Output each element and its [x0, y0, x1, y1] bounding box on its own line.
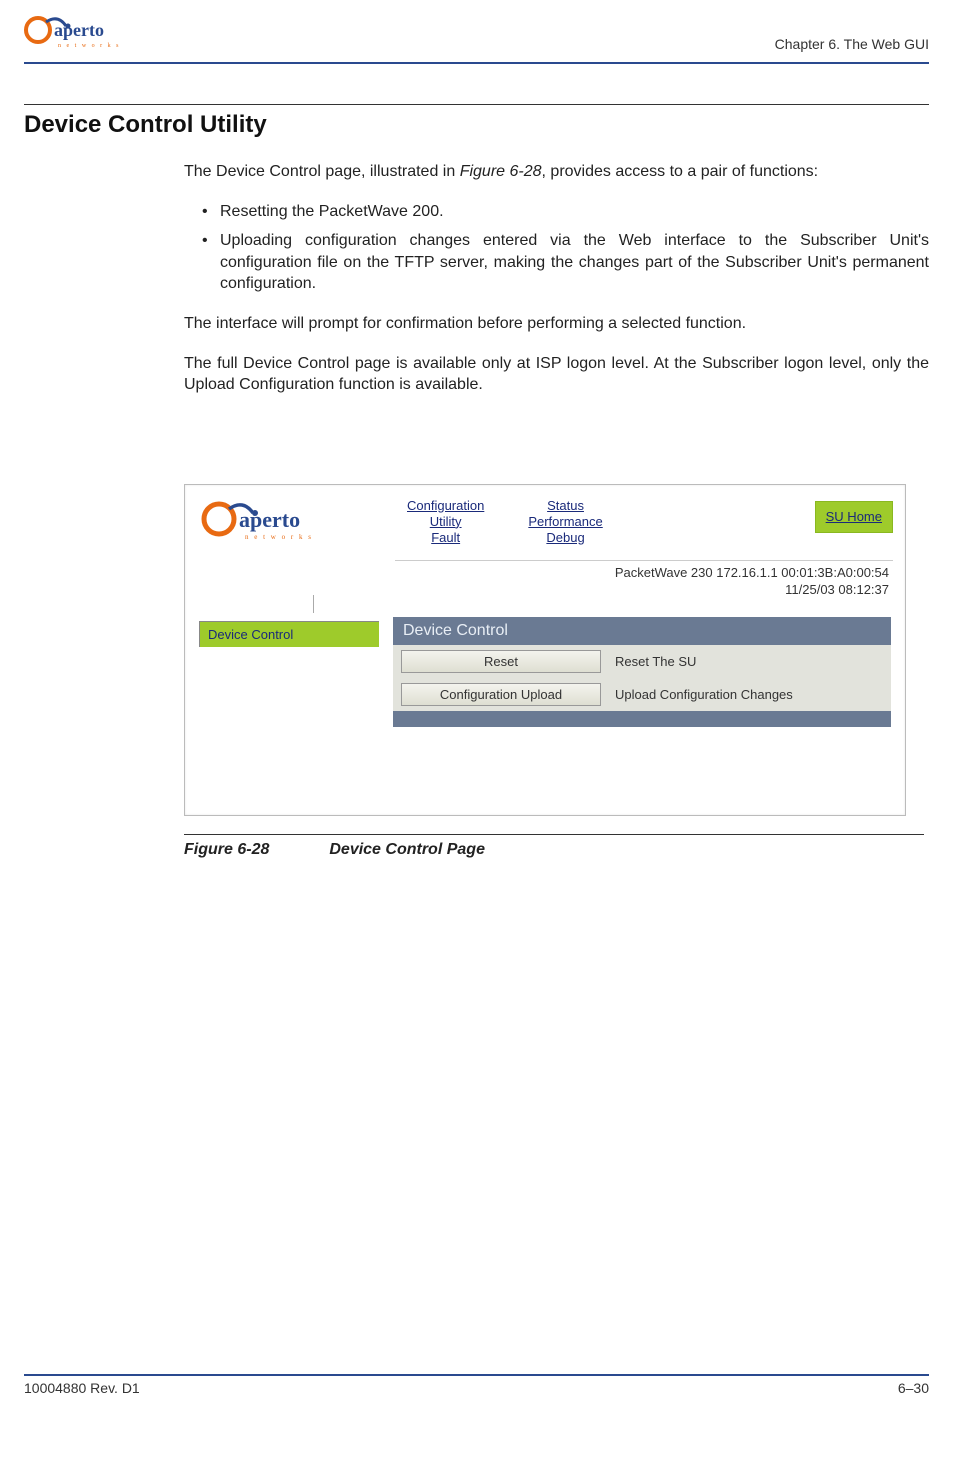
body-paragraph: The interface will prompt for confirmati…	[184, 313, 929, 335]
section-title: Device Control Utility	[24, 111, 929, 139]
device-status-line: PacketWave 230 172.16.1.1 00:01:3B:A0:00…	[185, 561, 905, 582]
svg-text:aperto: aperto	[54, 20, 104, 40]
panel-footer-bar	[393, 711, 891, 727]
nav-link-performance[interactable]: Performance	[528, 514, 602, 529]
chapter-label: Chapter 6. The Web GUI	[775, 36, 929, 52]
reset-description: Reset The SU	[615, 654, 696, 669]
panel-row: Reset Reset The SU	[393, 645, 891, 678]
nav-link-utility[interactable]: Utility	[407, 514, 484, 529]
nav-link-status[interactable]: Status	[528, 498, 602, 513]
figure-reference: Figure 6-28	[460, 163, 542, 180]
footer-page-number: 6–30	[898, 1380, 929, 1396]
footer-doc-rev: 10004880 Rev. D1	[24, 1380, 140, 1396]
svg-text:n e t w o r k s: n e t w o r k s	[245, 533, 313, 541]
configuration-upload-button[interactable]: Configuration Upload	[401, 683, 601, 706]
caption-rule	[184, 834, 924, 835]
body-paragraph: The full Device Control page is availabl…	[184, 353, 929, 396]
figure-logo: aperto n e t w o r k s	[201, 497, 361, 548]
panel-row: Configuration Upload Upload Configuratio…	[393, 678, 891, 711]
panel-title: Device Control	[393, 617, 891, 645]
function-list: Resetting the PacketWave 200. Uploading …	[184, 201, 929, 295]
su-home-button[interactable]: SU Home	[815, 501, 893, 533]
svg-text:n e t w o r k s: n e t w o r k s	[58, 43, 121, 49]
list-item: Resetting the PacketWave 200.	[206, 201, 929, 223]
figure-sidebar: Device Control	[185, 617, 379, 727]
svg-text:aperto: aperto	[239, 507, 300, 532]
figure-screenshot: aperto n e t w o r k s Configuration Uti…	[184, 484, 906, 816]
brand-logo: aperto n e t w o r k s	[24, 12, 144, 52]
configuration-upload-description: Upload Configuration Changes	[615, 687, 793, 702]
footer-rule	[24, 1374, 929, 1376]
reset-button[interactable]: Reset	[401, 650, 601, 673]
section-top-rule	[24, 104, 929, 105]
caption-number: Figure 6-28	[184, 841, 269, 858]
caption-title: Device Control Page	[329, 841, 485, 858]
sidebar-item-device-control[interactable]: Device Control	[199, 621, 379, 647]
header-rule	[24, 62, 929, 64]
nav-link-fault[interactable]: Fault	[407, 530, 484, 545]
intro-paragraph: The Device Control page, illustrated in …	[184, 161, 929, 183]
nav-link-debug[interactable]: Debug	[528, 530, 602, 545]
figure-top-nav: Configuration Utility Fault Status Perfo…	[407, 497, 603, 546]
figure-caption: Figure 6-28 Device Control Page	[184, 841, 929, 859]
nav-link-configuration[interactable]: Configuration	[407, 498, 484, 513]
list-item: Uploading configuration changes entered …	[206, 230, 929, 295]
